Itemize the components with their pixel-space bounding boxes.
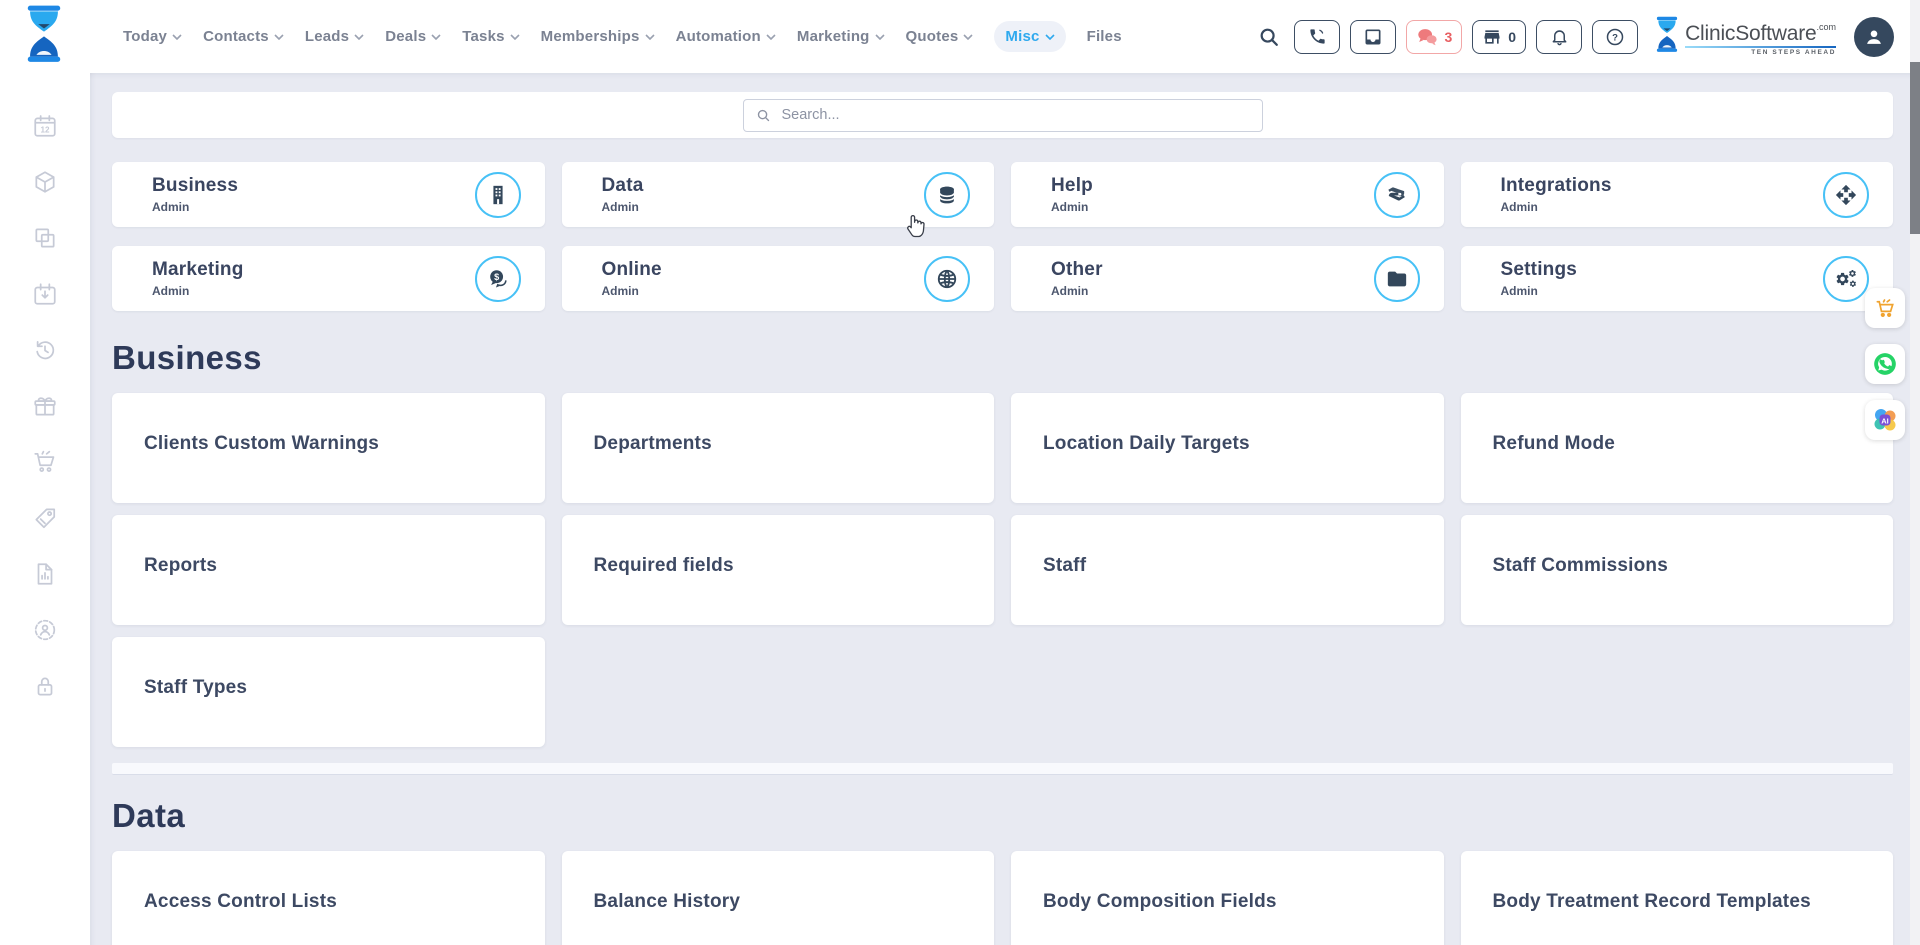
- category-card-business[interactable]: BusinessAdmin: [112, 162, 545, 227]
- category-grid: BusinessAdmin DataAdmin HelpAdmin Integr…: [112, 162, 1893, 311]
- history-icon[interactable]: [31, 336, 59, 364]
- user-avatar[interactable]: [1854, 17, 1894, 57]
- store-count-badge: 0: [1508, 29, 1516, 45]
- price-tag-icon[interactable]: [31, 504, 59, 532]
- data-items-grid: Access Control ListsBalance HistoryBody …: [112, 851, 1893, 945]
- section-item-card[interactable]: Access Control Lists: [112, 851, 545, 945]
- section-item-card[interactable]: Departments: [562, 393, 995, 503]
- report-document-icon[interactable]: [31, 560, 59, 588]
- section-divider: [112, 763, 1893, 775]
- nav-files[interactable]: Files: [1087, 28, 1122, 45]
- nav-marketing[interactable]: Marketing: [797, 28, 885, 45]
- gift-icon[interactable]: [31, 392, 59, 420]
- nav-quotes[interactable]: Quotes: [906, 28, 974, 45]
- category-card-help[interactable]: HelpAdmin: [1011, 162, 1444, 227]
- nav-misc[interactable]: Misc: [994, 21, 1065, 52]
- vertical-scrollbar-thumb[interactable]: [1910, 62, 1920, 234]
- section-item-card[interactable]: Staff: [1011, 515, 1444, 625]
- nav-tasks[interactable]: Tasks: [462, 28, 519, 45]
- section-item-card[interactable]: Clients Custom Warnings: [112, 393, 545, 503]
- phone-button[interactable]: [1294, 20, 1340, 54]
- floating-widget-stack: AI: [1865, 288, 1905, 440]
- help-button[interactable]: ?: [1592, 20, 1638, 54]
- section-item-card[interactable]: Body Composition Fields: [1011, 851, 1444, 945]
- page-search-strip: [112, 92, 1893, 138]
- left-sidebar: 12: [0, 0, 90, 945]
- chat-count-badge: 3: [1444, 29, 1452, 45]
- svg-text:12: 12: [40, 126, 50, 135]
- section-item-card[interactable]: Staff Commissions: [1461, 515, 1894, 625]
- section-item-card[interactable]: Staff Types: [112, 637, 545, 747]
- category-card-marketing[interactable]: MarketingAdmin $: [112, 246, 545, 311]
- clinicsoftware-misc-admin-page: 12 Today Contacts Leads Deals Tasks Memb…: [0, 0, 1920, 945]
- main-nav: Today Contacts Leads Deals Tasks Members…: [123, 21, 1122, 52]
- storefront-icon: [1482, 27, 1502, 47]
- package-icon[interactable]: [31, 168, 59, 196]
- category-card-integrations[interactable]: IntegrationsAdmin: [1461, 162, 1894, 227]
- calendar-12-icon[interactable]: 12: [31, 112, 59, 140]
- helping-hands-icon: [1374, 172, 1420, 218]
- section-item-card[interactable]: Location Daily Targets: [1011, 393, 1444, 503]
- globe-icon: [924, 256, 970, 302]
- brand-tagline: TEN STEPS AHEAD: [1685, 46, 1836, 57]
- category-card-other[interactable]: OtherAdmin: [1011, 246, 1444, 311]
- brand-hourglass-icon: [1654, 16, 1680, 58]
- dollar-chat-icon: $: [475, 256, 521, 302]
- inbox-button[interactable]: [1350, 20, 1396, 54]
- header-actions: 3 0 ? ClinicSoftware.com TEN STE: [1258, 16, 1894, 58]
- svg-text:?: ?: [1612, 32, 1618, 43]
- ai-widget-button[interactable]: AI: [1865, 400, 1905, 440]
- search-input-icon: [756, 108, 771, 123]
- cart-widget-button[interactable]: [1865, 288, 1905, 328]
- section-item-card[interactable]: Balance History: [562, 851, 995, 945]
- svg-text:$: $: [494, 272, 499, 282]
- folder-icon: [1374, 256, 1420, 302]
- brand-name: ClinicSoftware: [1685, 22, 1816, 45]
- vertical-scrollbar-track[interactable]: [1910, 0, 1920, 945]
- category-card-data[interactable]: DataAdmin: [562, 162, 995, 227]
- top-header: Today Contacts Leads Deals Tasks Members…: [90, 0, 1920, 73]
- nav-leads[interactable]: Leads: [305, 28, 364, 45]
- chat-bubbles-icon: [1416, 27, 1438, 46]
- section-heading-data: Data: [112, 797, 1893, 835]
- store-button[interactable]: 0: [1472, 20, 1526, 54]
- svg-text:AI: AI: [1881, 417, 1889, 426]
- search-icon[interactable]: [1258, 26, 1280, 48]
- nav-contacts[interactable]: Contacts: [203, 28, 284, 45]
- nav-today[interactable]: Today: [123, 28, 182, 45]
- brand-logo[interactable]: ClinicSoftware.com TEN STEPS AHEAD: [1654, 16, 1836, 58]
- main-content: BusinessAdmin DataAdmin HelpAdmin Integr…: [90, 73, 1920, 945]
- copy-icon[interactable]: [31, 224, 59, 252]
- building-icon: [475, 172, 521, 218]
- section-heading-business: Business: [112, 339, 1893, 377]
- nav-memberships[interactable]: Memberships: [541, 28, 655, 45]
- notifications-bell-button[interactable]: [1536, 20, 1582, 54]
- sidebar-icon-menu: 12: [0, 112, 90, 700]
- category-card-settings[interactable]: SettingsAdmin: [1461, 246, 1894, 311]
- account-circle-icon[interactable]: [31, 616, 59, 644]
- section-item-card[interactable]: Body Treatment Record Templates: [1461, 851, 1894, 945]
- cart-icon[interactable]: [31, 448, 59, 476]
- move-arrows-icon: [1823, 172, 1869, 218]
- business-items-grid: Clients Custom WarningsDepartmentsLocati…: [112, 393, 1893, 747]
- booking-calendar-icon[interactable]: [31, 280, 59, 308]
- hourglass-logo-icon[interactable]: [23, 5, 65, 68]
- lock-icon[interactable]: [31, 672, 59, 700]
- nav-deals[interactable]: Deals: [385, 28, 441, 45]
- section-item-card[interactable]: Refund Mode: [1461, 393, 1894, 503]
- category-card-online[interactable]: OnlineAdmin: [562, 246, 995, 311]
- chat-notifications-button[interactable]: 3: [1406, 20, 1462, 54]
- section-item-card[interactable]: Required fields: [562, 515, 995, 625]
- search-input[interactable]: [780, 106, 1250, 124]
- brand-tld: .com: [1816, 22, 1836, 32]
- whatsapp-widget-button[interactable]: [1865, 344, 1905, 384]
- section-item-card[interactable]: Reports: [112, 515, 545, 625]
- nav-automation[interactable]: Automation: [676, 28, 776, 45]
- gears-icon: [1823, 256, 1869, 302]
- database-icon: [924, 172, 970, 218]
- page-search-box: [743, 99, 1263, 132]
